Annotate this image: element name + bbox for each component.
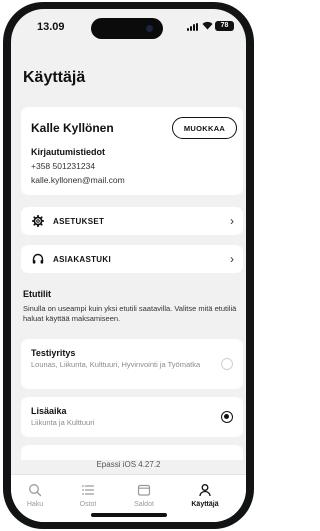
benefit-account-option[interactable]: Testiyritys Lounas, Liikunta, Kulttuuri,… [21,339,243,389]
camera-dot [146,25,153,32]
gear-icon [32,215,44,227]
dynamic-island [91,18,163,39]
wallet-icon [120,482,168,498]
chevron-right-icon: › [230,214,234,228]
chevron-right-icon: › [230,252,234,266]
tab-search[interactable]: Haku [11,482,59,508]
tab-orders[interactable]: Ostot [64,482,112,508]
tab-bar: Haku Ostot Saldot Käyttäjä [11,474,246,522]
benefit-account-option[interactable]: Lisäaika Liikunta ja Kulttuuri [21,397,243,437]
app-version: Epassi iOS 4.27.2 [96,460,161,469]
tab-balances-label: Saldot [134,501,154,508]
radio-button-selected[interactable] [221,411,233,423]
settings-label: ASETUKSET [53,216,105,226]
radio-button-unselected[interactable] [221,358,233,370]
headphones-icon [32,253,44,265]
benefits-section-description: Sinulla on useampi kuin yksi etutili saa… [23,304,237,323]
page-title: Käyttäjä [23,69,86,86]
status-time: 13.09 [37,21,65,33]
home-indicator[interactable] [91,513,167,517]
tab-search-label: Haku [26,501,44,508]
customer-support-label: ASIAKASTUKI [53,254,111,264]
tab-orders-label: Ostot [79,501,97,508]
tab-user-label: Käyttäjä [191,501,219,508]
benefit-account-description: Liikunta ja Kulttuuri [31,418,95,427]
benefit-account-name: Lisäaika [31,406,67,416]
phone-frame: 13.09 78 Käyttäjä Kalle Kyllönen MUOKKAA… [3,2,254,529]
login-info-heading: Kirjautumistiedot [31,147,106,157]
tab-balances[interactable]: Saldot [120,482,168,508]
benefit-account-name: Testiyritys [31,348,76,358]
phone-number: +358 501231234 [31,161,96,171]
edit-profile-button[interactable]: MUOKKAA [172,117,237,139]
app-screen: 13.09 78 Käyttäjä Kalle Kyllönen MUOKKAA… [11,9,246,522]
cellular-signal-icon [187,23,199,31]
user-name: Kalle Kyllönen [31,121,114,135]
settings-row[interactable]: ASETUKSET › [21,207,243,235]
wifi-icon [202,21,213,33]
email-address: kalle.kyllonen@mail.com [31,175,125,185]
tab-user[interactable]: Käyttäjä [181,482,229,508]
status-bar: 13.09 78 [11,9,246,43]
profile-card: Kalle Kyllönen MUOKKAA Kirjautumistiedot… [21,107,243,195]
benefit-account-description: Lounas, Liikunta, Kulttuuri, Hyvinvointi… [31,360,201,369]
user-icon [181,482,229,498]
list-icon [64,482,112,498]
search-icon [11,482,59,498]
customer-support-row[interactable]: ASIAKASTUKI › [21,245,243,273]
benefits-section-title: Etutilit [23,289,51,299]
battery-icon: 78 [215,21,234,31]
radio-dot [224,414,229,419]
